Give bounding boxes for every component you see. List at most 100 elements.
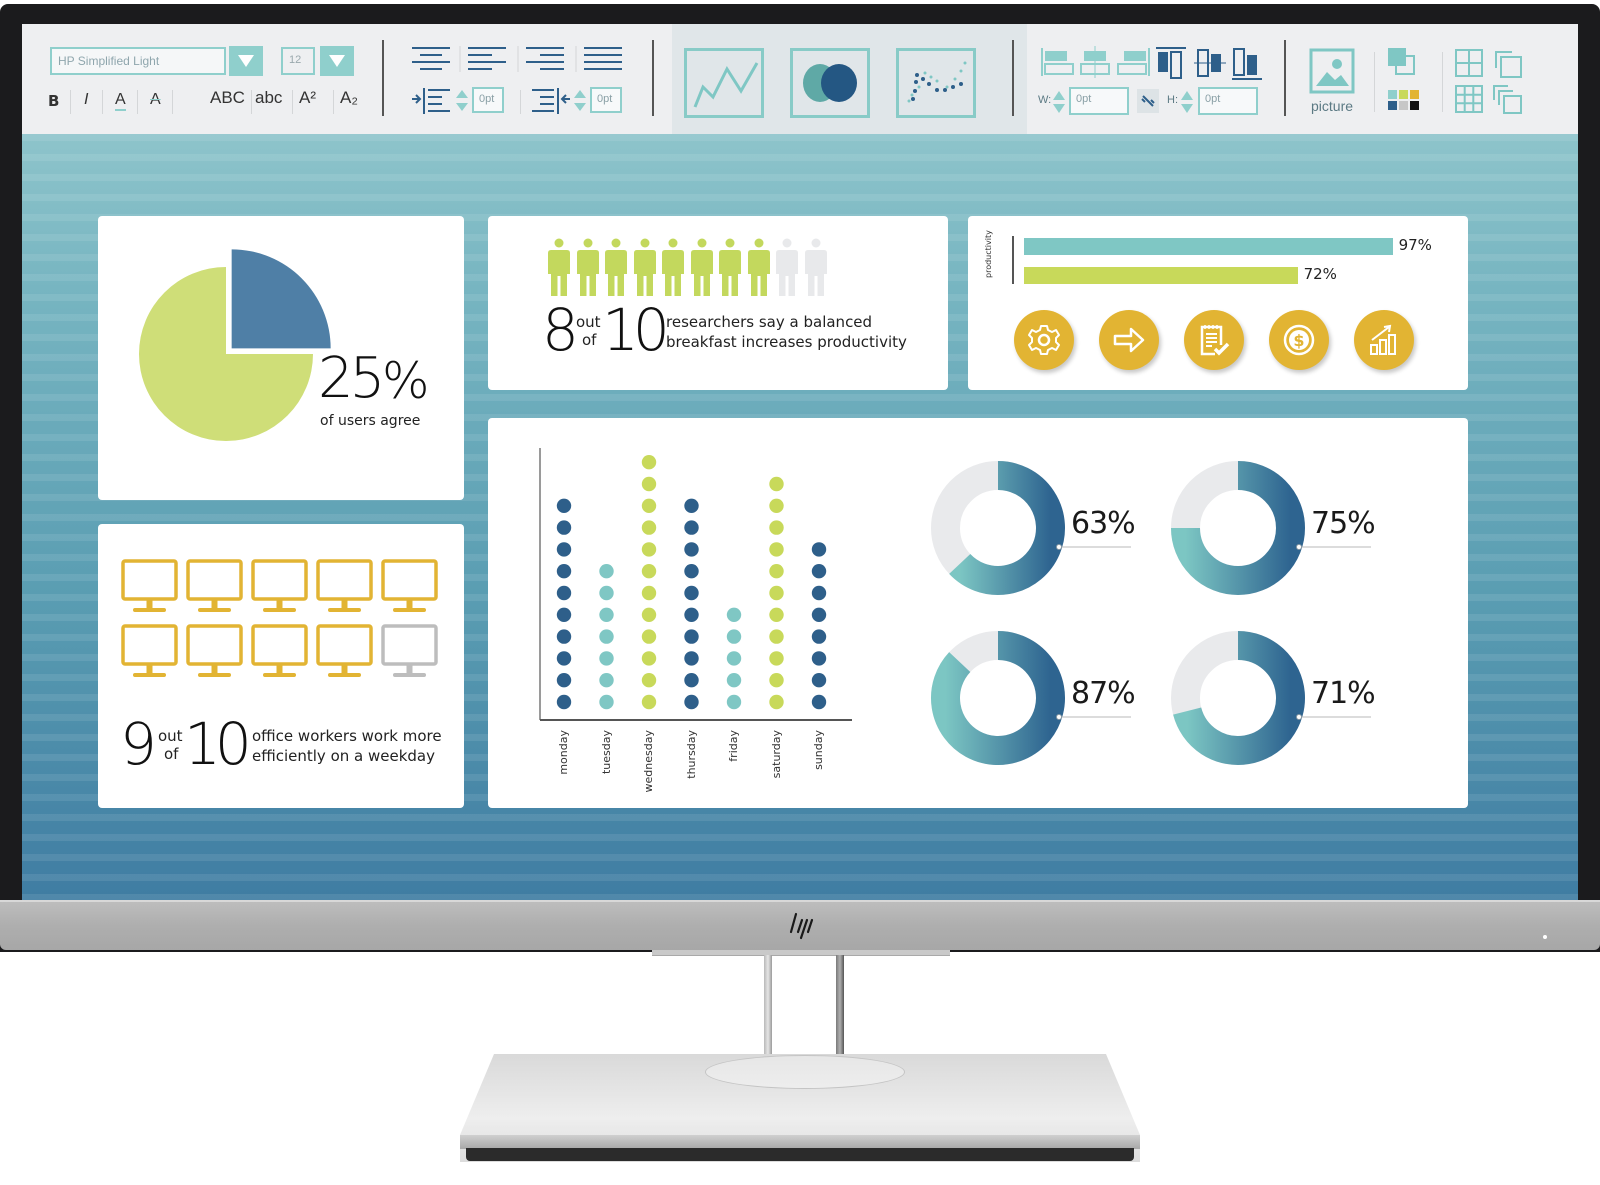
font-name-dropdown-button[interactable] xyxy=(229,46,263,76)
growth-chart-icon xyxy=(1370,324,1396,355)
table-3x3-icon[interactable] xyxy=(1454,84,1484,114)
stand-neck xyxy=(652,950,950,956)
dot-monday xyxy=(556,673,572,688)
palette-swatch[interactable] xyxy=(1388,90,1397,99)
donut-leader-dot xyxy=(1296,714,1302,720)
settings-button[interactable] xyxy=(1014,310,1074,370)
height-stepper[interactable] xyxy=(1180,88,1194,116)
researchers-count: 8 xyxy=(542,296,579,364)
dot-tuesday xyxy=(599,673,614,688)
pie-caption: of users agree xyxy=(320,413,421,429)
align-left-icon xyxy=(468,47,506,70)
indent-left-icon[interactable] xyxy=(410,86,480,116)
bring-forward-icon[interactable] xyxy=(1386,46,1420,76)
width-input[interactable]: 0pt xyxy=(1069,87,1129,115)
font-name-input[interactable]: HP Simplified Light xyxy=(50,47,226,75)
person-icon-filled xyxy=(690,238,713,296)
day-label-wednesday: wednesday xyxy=(642,730,655,793)
weekly-stats-card: monday tuesday wednesday thursday friday satu… xyxy=(488,418,1468,808)
dot-tuesday xyxy=(599,651,614,666)
donut-leader-dot xyxy=(1296,544,1302,550)
color-palette-button[interactable] xyxy=(1388,90,1424,114)
palette-swatch[interactable] xyxy=(1410,101,1419,110)
dot-wednesday xyxy=(641,585,657,601)
indent-left-input[interactable]: 0pt xyxy=(472,87,504,113)
line-chart-button[interactable] xyxy=(684,48,764,118)
strikethrough-button[interactable]: A xyxy=(150,91,161,109)
link-icon xyxy=(1141,95,1155,107)
finance-button[interactable]: $ xyxy=(1269,310,1329,370)
align-left-objects-icon xyxy=(1041,48,1074,76)
width-stepper[interactable] xyxy=(1052,88,1066,116)
researchers-of: of xyxy=(582,331,597,349)
subscript-button[interactable]: A₂ xyxy=(340,88,358,108)
dot-saturday xyxy=(769,498,784,513)
venn-chart-button[interactable] xyxy=(790,48,870,118)
dot-thursday xyxy=(684,520,699,535)
dot-thursday xyxy=(684,542,699,557)
dot-friday xyxy=(726,694,742,710)
dot-monday xyxy=(556,607,572,622)
toolbar-separator xyxy=(652,40,654,116)
donut-value-gauge-4: 71% xyxy=(1311,676,1376,711)
office-line-1: office workers work more xyxy=(252,727,442,745)
scatter-chart-button[interactable] xyxy=(896,48,976,118)
person-icon-empty xyxy=(804,238,827,296)
dot-saturday xyxy=(769,520,784,535)
lowercase-button[interactable]: abc xyxy=(255,88,282,108)
bold-button[interactable]: B xyxy=(48,92,59,110)
dot-monday xyxy=(556,694,572,710)
palette-swatch[interactable] xyxy=(1399,101,1408,110)
monitor-icon-filled xyxy=(381,559,438,612)
arrow-right-icon xyxy=(1113,327,1145,353)
day-label-thursday: thursday xyxy=(684,730,698,779)
font-size-input[interactable]: 12 xyxy=(281,47,315,75)
office-line-2: efficiently on a weekday xyxy=(252,747,435,765)
dot-thursday xyxy=(684,564,699,579)
italic-button[interactable]: I xyxy=(84,91,88,109)
dot-sunday xyxy=(811,607,827,622)
height-input[interactable]: 0pt xyxy=(1198,87,1258,115)
monitor-icon-filled xyxy=(251,559,308,612)
align-buttons xyxy=(412,46,622,72)
svg-text:$: $ xyxy=(1293,331,1304,350)
duplicate-icon[interactable] xyxy=(1492,48,1526,80)
monitor-icon-filled xyxy=(186,624,243,677)
palette-swatch[interactable] xyxy=(1388,101,1397,110)
table-2x2-icon[interactable] xyxy=(1454,48,1484,78)
align-bottom-objects-icon xyxy=(1232,48,1262,80)
uppercase-button[interactable]: ABC xyxy=(210,88,245,108)
dot-saturday xyxy=(769,673,784,688)
dot-thursday xyxy=(684,629,699,644)
pie-card: 25 % of users agree xyxy=(98,216,464,500)
underline-button[interactable]: A xyxy=(115,91,126,111)
day-label-saturday: saturday xyxy=(769,730,783,779)
dollar-icon: $ xyxy=(1283,324,1315,356)
dot-sunday xyxy=(811,651,827,666)
power-indicator xyxy=(1543,935,1547,939)
toolbar-separator xyxy=(382,40,384,116)
office-of: of xyxy=(164,745,179,763)
justify-icon xyxy=(584,47,622,70)
superscript-button[interactable]: A² xyxy=(299,88,316,108)
monitor-icon-filled xyxy=(251,624,308,677)
palette-swatch[interactable] xyxy=(1410,90,1419,99)
next-button[interactable] xyxy=(1099,310,1159,370)
indent-right-input[interactable]: 0pt xyxy=(590,87,622,113)
toolbar-separator xyxy=(1284,40,1286,116)
researchers-out: out xyxy=(576,313,601,331)
office-count: 9 xyxy=(120,710,157,778)
lock-ratio-button[interactable] xyxy=(1137,89,1159,113)
productivity-axis xyxy=(1012,236,1014,284)
scatter-chart-icon xyxy=(907,61,967,103)
growth-button[interactable] xyxy=(1354,310,1414,370)
productivity-bar-1 xyxy=(1024,238,1393,255)
dot-saturday xyxy=(769,476,784,492)
insert-picture-button[interactable]: picture xyxy=(1307,44,1359,122)
tasks-button[interactable] xyxy=(1184,310,1244,370)
copy-multiple-icon[interactable] xyxy=(1492,84,1526,116)
person-icon-filled xyxy=(605,238,627,296)
font-size-dropdown-button[interactable] xyxy=(320,46,354,76)
screen: HP Simplified Light 12 B I A A ABC abc A… xyxy=(22,24,1578,904)
palette-swatch[interactable] xyxy=(1399,90,1408,99)
